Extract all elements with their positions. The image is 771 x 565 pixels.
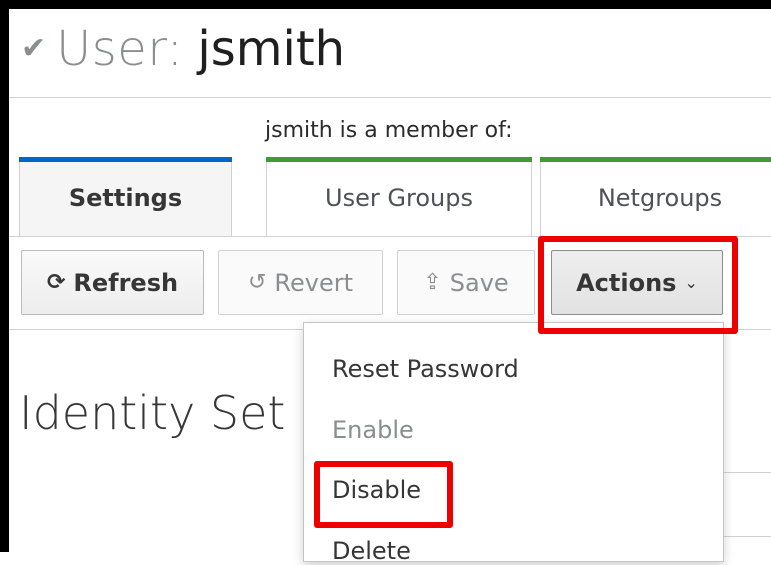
revert-button[interactable]: ↺ Revert — [218, 250, 383, 315]
tab-user-groups[interactable]: User Groups — [266, 157, 532, 237]
tab-accent-bar — [19, 157, 232, 162]
refresh-icon: ⟳ — [46, 270, 66, 295]
menu-item-enable[interactable]: Enable — [332, 416, 414, 444]
field-divider — [724, 472, 771, 473]
undo-icon: ↺ — [247, 270, 267, 295]
tab-label: Netgroups — [597, 183, 723, 212]
save-button[interactable]: ⇪ Save — [397, 250, 535, 315]
field-divider — [724, 536, 771, 537]
checkmark-icon: ✔ — [21, 31, 47, 66]
tab-accent-bar — [266, 157, 532, 162]
tab-label: User Groups — [325, 183, 473, 212]
refresh-button-label: Refresh — [73, 268, 179, 297]
revert-button-label: Revert — [274, 268, 354, 297]
tab-netgroups[interactable]: Netgroups — [540, 157, 771, 237]
page-title: ✔ User: jsmith — [21, 14, 345, 84]
menu-item-reset-password[interactable]: Reset Password — [332, 355, 519, 383]
header-divider — [9, 97, 771, 98]
section-title: Identity Set — [19, 386, 286, 440]
tab-label: Settings — [68, 183, 183, 212]
tab-settings[interactable]: Settings — [19, 157, 232, 237]
actions-highlight-box — [538, 236, 738, 334]
image-border-top — [0, 0, 771, 9]
page-title-username: jsmith — [197, 21, 346, 77]
menu-item-delete[interactable]: Delete — [332, 537, 411, 565]
save-button-label: Save — [449, 268, 509, 297]
tab-accent-bar — [540, 157, 771, 162]
disable-highlight-box — [314, 461, 453, 528]
page-title-label: User: — [56, 21, 184, 77]
refresh-button[interactable]: ⟳ Refresh — [21, 250, 204, 315]
upload-icon: ⇪ — [423, 270, 442, 295]
member-of-label: jsmith is a member of: — [265, 118, 513, 143]
image-border-left — [0, 0, 9, 552]
